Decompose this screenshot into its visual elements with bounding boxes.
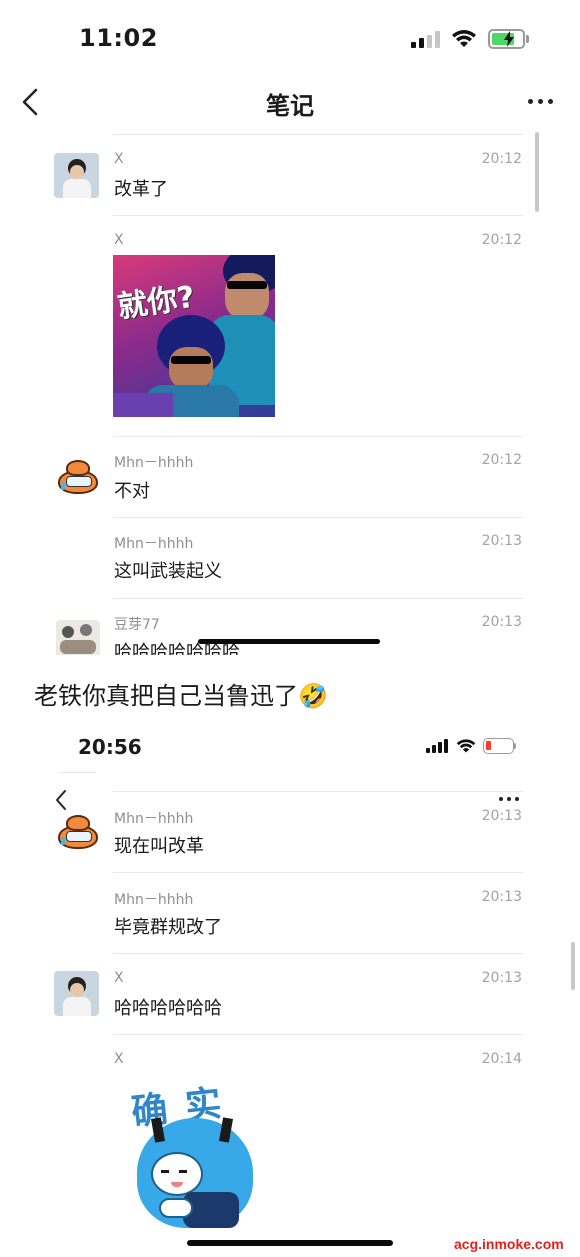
back-chevron-icon[interactable] bbox=[54, 789, 68, 811]
sender-name: Mhn－hhhh bbox=[114, 455, 194, 471]
sender-name: X bbox=[114, 1051, 124, 1067]
sender-name: Mhn－hhhh bbox=[114, 536, 194, 552]
scrollbar[interactable] bbox=[571, 942, 575, 990]
sender-name: Mhn－hhhh bbox=[114, 811, 194, 827]
status-time: 11:02 bbox=[79, 24, 158, 52]
message-text: 毕竟群规改了 bbox=[114, 917, 222, 938]
status-time: 20:56 bbox=[78, 735, 142, 759]
avatar[interactable] bbox=[56, 620, 100, 655]
message-text: 哈哈哈哈哈哈 bbox=[114, 998, 222, 1019]
message-time: 20:13 bbox=[481, 808, 522, 824]
cellular-signal-icon bbox=[426, 739, 448, 753]
message-time: 20:13 bbox=[481, 889, 522, 905]
caption-text: 老铁你真把自己当鲁迅了🤣 bbox=[34, 682, 328, 710]
sender-name: Mhn－hhhh bbox=[114, 892, 194, 908]
avatar[interactable] bbox=[56, 458, 100, 496]
message-time: 20:12 bbox=[481, 151, 522, 167]
message-time: 20:13 bbox=[481, 614, 522, 630]
message-text: 现在叫改革 bbox=[114, 836, 204, 857]
page-title: 笔记 bbox=[266, 92, 314, 120]
avatar[interactable] bbox=[56, 813, 100, 851]
more-options-icon[interactable] bbox=[499, 797, 519, 801]
message-time: 20:12 bbox=[481, 452, 522, 468]
message-text: 这叫武装起义 bbox=[114, 561, 222, 582]
battery-icon bbox=[483, 738, 514, 754]
scrollbar[interactable] bbox=[535, 132, 539, 212]
sticker-image[interactable]: 确实 bbox=[113, 1074, 275, 1236]
message-time: 20:13 bbox=[481, 533, 522, 549]
sender-name: X bbox=[114, 970, 124, 986]
message-time: 20:12 bbox=[481, 232, 522, 248]
avatar[interactable] bbox=[54, 971, 99, 1016]
message-text: 改革了 bbox=[114, 179, 168, 200]
more-options-icon[interactable] bbox=[528, 99, 553, 104]
battery-icon bbox=[488, 29, 525, 49]
sender-name: X bbox=[114, 232, 124, 248]
cellular-signal-icon bbox=[411, 31, 440, 48]
message-text: 不对 bbox=[114, 481, 150, 502]
watermark: acg.inmoke.com bbox=[454, 1236, 564, 1252]
sender-name: X bbox=[114, 151, 124, 167]
sticker-image[interactable]: 就你? bbox=[113, 255, 275, 417]
home-indicator bbox=[187, 1240, 393, 1246]
home-indicator bbox=[198, 639, 380, 644]
message-time: 20:13 bbox=[481, 970, 522, 986]
wifi-icon bbox=[452, 30, 476, 47]
sender-name: 豆芽77 bbox=[114, 617, 160, 633]
message-time: 20:14 bbox=[481, 1051, 522, 1067]
wifi-icon bbox=[456, 739, 476, 753]
avatar[interactable] bbox=[54, 153, 99, 198]
